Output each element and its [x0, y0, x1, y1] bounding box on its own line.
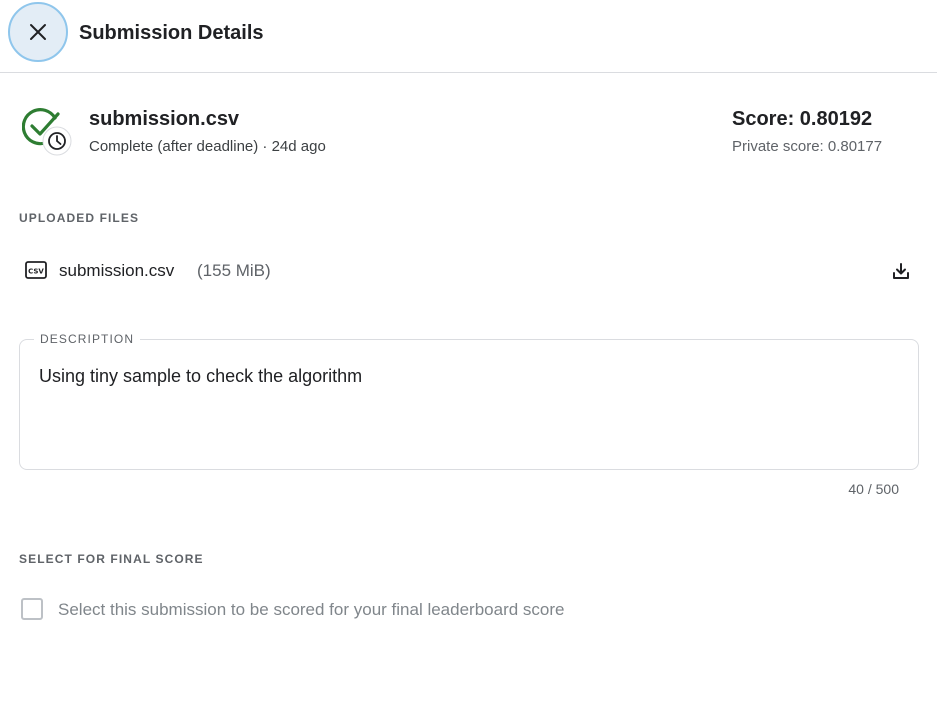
dialog-header: Submission Details: [0, 0, 937, 73]
download-icon: [893, 263, 909, 279]
csv-file-icon: CSV: [25, 261, 47, 279]
uploaded-files-heading: UPLOADED FILES: [19, 211, 140, 225]
dialog-title: Submission Details: [79, 22, 264, 44]
description-label: DESCRIPTION: [34, 331, 141, 347]
svg-text:CSV: CSV: [28, 268, 44, 276]
check-circle-clock-icon: [21, 108, 72, 156]
final-score-heading: SELECT FOR FINAL SCORE: [19, 552, 204, 566]
uploaded-file-size: (155 MiB): [197, 261, 271, 280]
status-icon: [21, 106, 74, 158]
description-char-count: 40 / 500: [848, 481, 899, 497]
private-score: Private score: 0.80177: [732, 138, 883, 155]
final-score-checkbox[interactable]: [21, 598, 43, 620]
uploaded-file-row: CSV submission.csv (155 MiB): [19, 252, 919, 290]
download-button[interactable]: [890, 260, 912, 282]
submission-file-name: submission.csv: [89, 108, 240, 130]
description-field[interactable]: DESCRIPTION Using tiny sample to check t…: [19, 331, 919, 470]
submission-status: Complete (after deadline) · 24d ago: [89, 138, 326, 155]
description-input[interactable]: Using tiny sample to check the algorithm: [39, 364, 899, 388]
public-score: Score: 0.80192: [732, 108, 873, 130]
final-score-checkbox-label[interactable]: Select this submission to be scored for …: [58, 599, 564, 621]
uploaded-file-name: submission.csv: [59, 261, 175, 280]
close-button[interactable]: [8, 2, 68, 62]
close-icon: [30, 24, 46, 40]
